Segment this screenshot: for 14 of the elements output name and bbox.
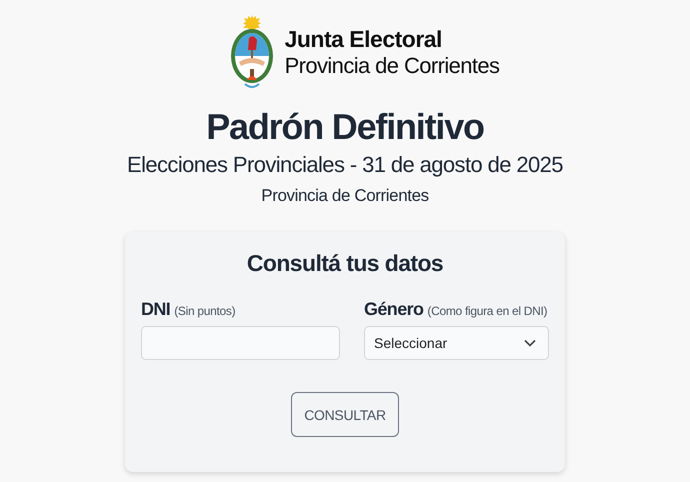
gender-select[interactable]: Seleccionar — [364, 326, 549, 360]
page-title: Padrón Definitivo — [206, 106, 484, 148]
consult-button[interactable]: CONSULTAR — [291, 392, 399, 437]
field-hint: (Como figura en el DNI) — [427, 304, 548, 318]
org-region: Provincia de Corrientes — [284, 52, 500, 78]
region-label: Provincia de Corrientes — [261, 186, 429, 206]
field-label: Género — [364, 299, 424, 320]
dni-input[interactable] — [141, 326, 340, 360]
field-hint: (Sin puntos) — [174, 304, 236, 318]
org-name: Junta Electoral — [284, 26, 443, 53]
page-subtitle: Elecciones Provinciales - 31 de agosto de 2025 — [127, 152, 563, 178]
form-heading: Consultá tus datos — [246, 250, 444, 277]
field-label: DNI — [141, 299, 170, 320]
chevron-down-icon — [524, 339, 536, 347]
